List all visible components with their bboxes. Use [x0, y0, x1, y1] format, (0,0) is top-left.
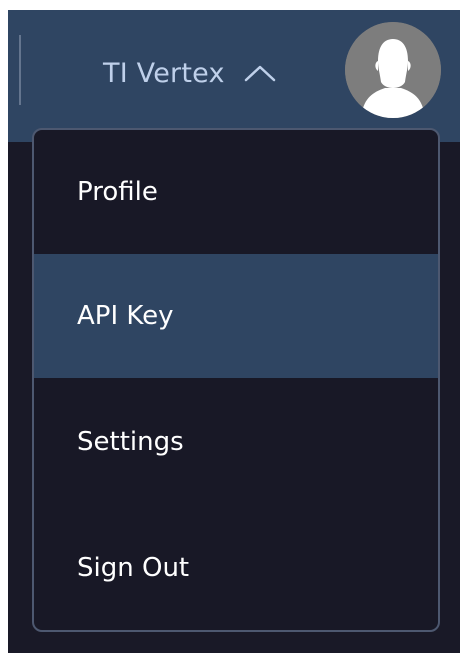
settings-menu-item[interactable]: Settings — [34, 380, 438, 504]
api-key-menu-item[interactable]: API Key — [34, 254, 438, 378]
sign-out-menu-label: Sign Out — [77, 553, 190, 583]
app-frame: TI Vertex Profile API Key Settings Sign … — [8, 10, 460, 653]
api-key-menu-label: API Key — [77, 301, 174, 331]
account-menu-toggle[interactable]: TI Vertex — [103, 48, 277, 98]
account-name: TI Vertex — [103, 57, 225, 89]
top-header: TI Vertex — [8, 10, 460, 142]
header-divider — [19, 35, 21, 105]
settings-menu-label: Settings — [77, 427, 184, 457]
profile-menu-label: Profile — [77, 177, 158, 207]
user-avatar-icon — [345, 22, 441, 118]
profile-menu-item[interactable]: Profile — [34, 130, 438, 254]
account-dropdown-menu: Profile API Key Settings Sign Out — [32, 128, 440, 632]
sign-out-menu-item[interactable]: Sign Out — [34, 506, 438, 630]
user-avatar-button[interactable] — [345, 22, 441, 118]
chevron-up-icon — [244, 65, 275, 82]
